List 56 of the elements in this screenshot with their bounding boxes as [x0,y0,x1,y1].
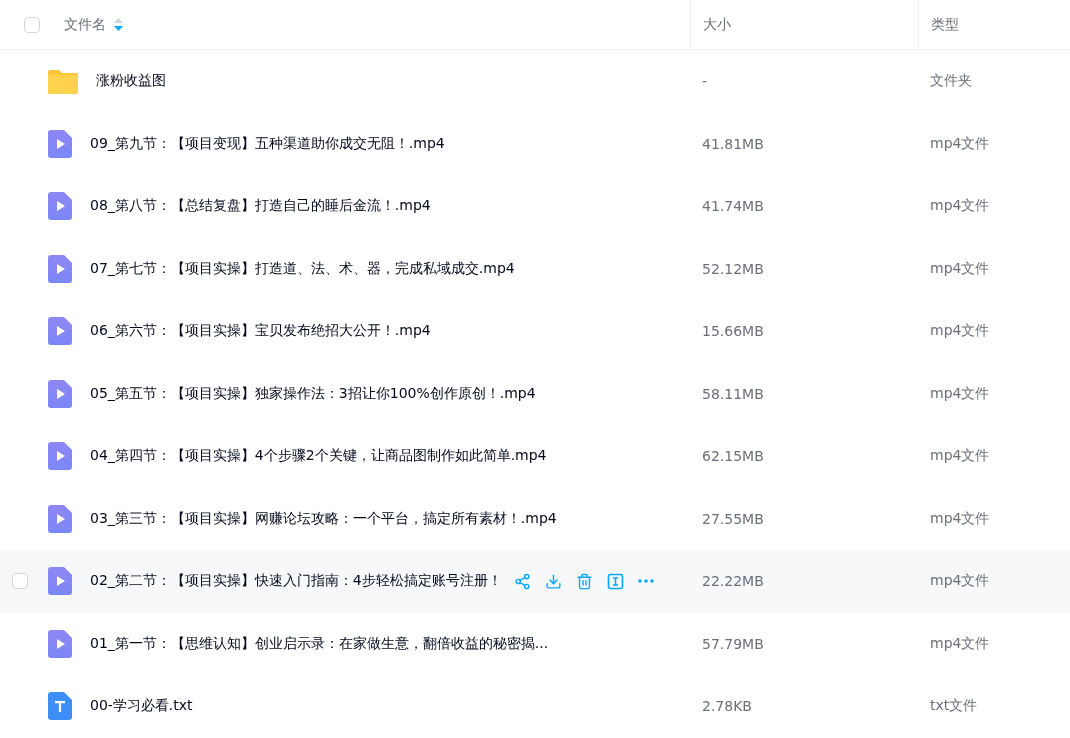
file-size: 58.11MB [702,385,764,402]
play-file-icon [48,379,72,408]
row-checkbox[interactable] [12,573,28,590]
file-size: 27.55MB [702,510,764,527]
file-type: mp4文件 [930,634,990,653]
file-type: mp4文件 [930,197,990,216]
file-type: mp4文件 [930,572,990,591]
file-name[interactable]: 涨粉收益图 [96,72,166,91]
file-size: 2.78KB [702,698,752,715]
file-size: 62.15MB [702,448,764,465]
file-type: mp4文件 [930,447,990,466]
file-type: mp4文件 [930,134,990,153]
play-file-icon [48,129,72,158]
file-size: 41.74MB [702,198,764,215]
file-type: mp4文件 [930,322,990,341]
file-name[interactable]: 01_第一节：【思维认知】创业启示录：在家做生意，翻倍收益的秘密揭... [90,634,549,653]
play-file-icon [48,504,72,533]
file-size: 15.66MB [702,323,764,340]
file-name[interactable]: 09_第九节：【项目变现】五种渠道助你成交无阻！.mp4 [90,134,445,153]
file-type: 文件夹 [930,72,972,91]
rename-button[interactable] [606,572,624,590]
text-file-icon [48,692,72,721]
file-name[interactable]: 03_第三节：【项目实操】网赚论坛攻略：一个平台，搞定所有素材！.mp4 [90,509,557,528]
play-file-icon [48,442,72,471]
file-name[interactable]: 02_第二节：【项目实操】快速入门指南：4步轻松搞定账号注册！ [90,572,502,591]
folder-icon [48,68,78,95]
download-button[interactable] [544,572,562,590]
file-size: - [702,73,708,90]
play-file-icon [48,567,72,596]
file-name[interactable]: 08_第八节：【总结复盘】打造自己的睡后金流！.mp4 [90,197,431,216]
file-name[interactable]: 05_第五节：【项目实操】独家操作法：3招让你100%创作原创！.mp4 [90,384,536,403]
column-header[interactable]: 大小 [703,15,731,34]
file-size: 52.12MB [702,260,764,277]
file-row[interactable]: 02_第二节：【项目实操】快速入门指南：4步轻松搞定账号注册！ 22.22MB mp4文件 [0,550,1070,613]
file-type: mp4文件 [930,384,990,403]
file-name[interactable]: 07_第七节：【项目实操】打造道、法、术、器，完成私域成交.mp4 [90,259,515,278]
file-size: 22.22MB [702,573,764,590]
file-type: txt文件 [930,697,978,716]
play-file-icon [48,317,72,346]
sort-icon[interactable] [114,18,123,31]
column-header[interactable]: 类型 [931,15,959,34]
select-all-checkbox[interactable] [24,16,40,33]
column-header[interactable]: 文件名 [64,15,106,34]
file-size: 57.79MB [702,635,764,652]
file-type: mp4文件 [930,259,990,278]
file-name[interactable]: 04_第四节：【项目实操】4个步骤2个关键，让商品图制作如此简单.mp4 [90,447,547,466]
play-file-icon [48,254,72,283]
file-size: 41.81MB [702,135,764,152]
file-name[interactable]: 00-学习必看.txt [90,697,193,716]
delete-button[interactable] [575,572,593,590]
play-file-icon [48,192,72,221]
share-button[interactable] [513,572,531,590]
file-name[interactable]: 06_第六节：【项目实操】宝贝发布绝招大公开！.mp4 [90,322,431,341]
more-button[interactable] [637,579,654,584]
play-file-icon [48,629,72,658]
file-type: mp4文件 [930,509,990,528]
